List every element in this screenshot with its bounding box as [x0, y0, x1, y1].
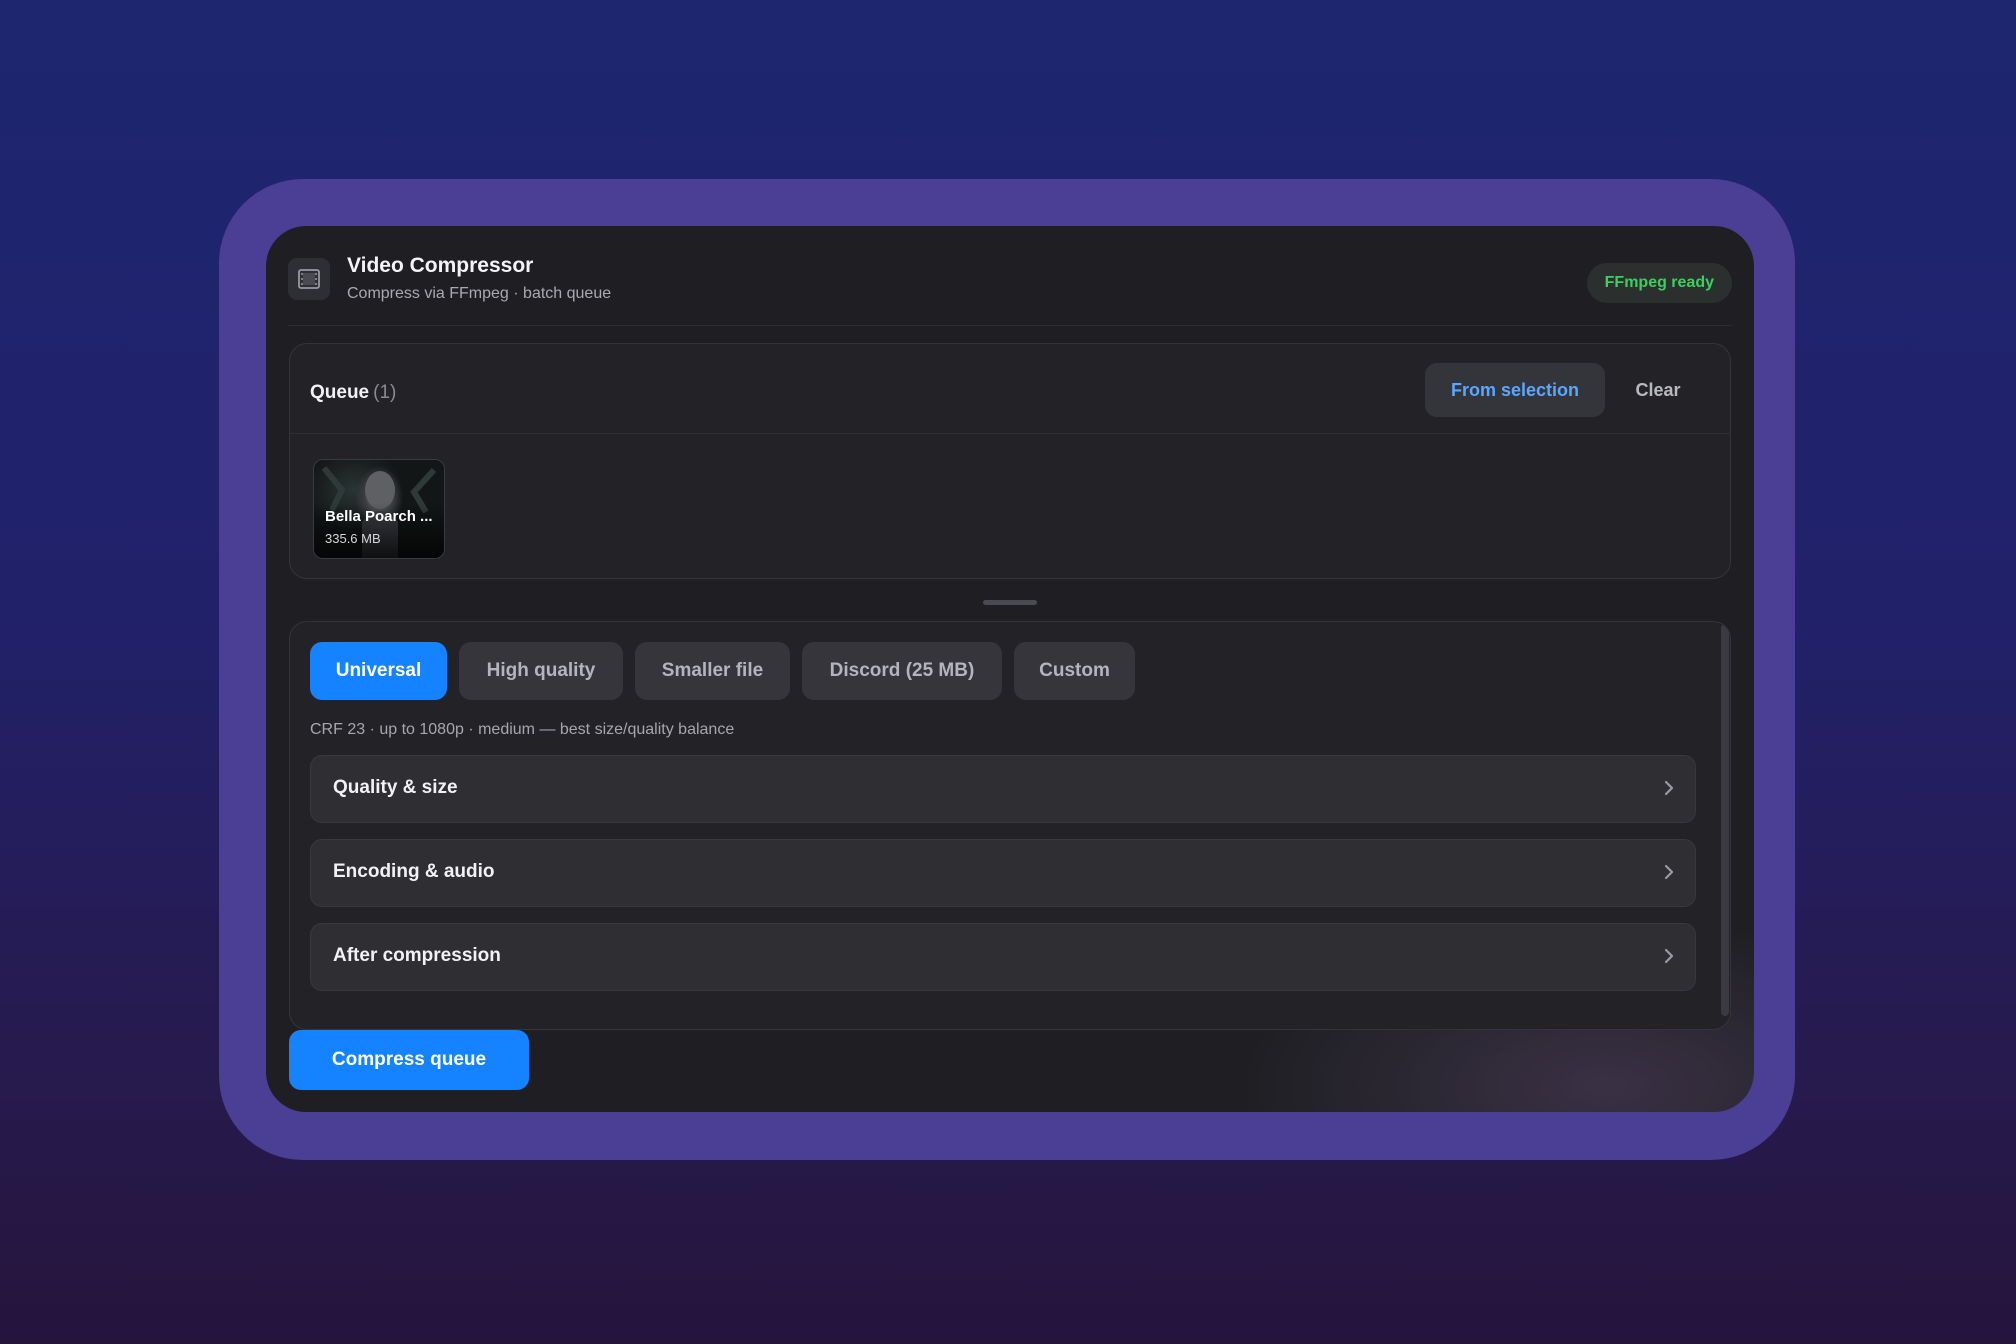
app-window: Video Compressor Compress via FFmpeg · b…: [266, 226, 1754, 1112]
queue-item-name: Bella Poarch ...: [325, 508, 433, 525]
compress-queue-button[interactable]: Compress queue: [289, 1030, 529, 1090]
from-selection-button[interactable]: From selection: [1425, 363, 1605, 417]
section-after-compression[interactable]: After compression: [310, 923, 1696, 991]
preset-universal[interactable]: Universal: [310, 642, 447, 700]
clear-button[interactable]: Clear: [1613, 363, 1703, 417]
section-encoding-audio[interactable]: Encoding & audio: [310, 839, 1696, 907]
queue-header: Queue (1) From selection Clear: [290, 344, 1730, 434]
chevron-right-icon: [1664, 948, 1674, 964]
preset-discord[interactable]: Discord (25 MB): [802, 642, 1002, 700]
chevron-right-icon: [1664, 864, 1674, 880]
section-label: Quality & size: [333, 777, 458, 798]
section-label: After compression: [333, 945, 501, 966]
preset-high-quality[interactable]: High quality: [459, 642, 623, 700]
queue-count: (1): [373, 382, 397, 403]
app-title: Video Compressor: [347, 254, 534, 277]
section-label: Encoding & audio: [333, 861, 495, 882]
app-header: Video Compressor Compress via FFmpeg · b…: [288, 249, 1732, 326]
settings-panel: Universal High quality Smaller file Disc…: [289, 621, 1731, 1030]
preset-smaller-file[interactable]: Smaller file: [635, 642, 790, 700]
ffmpeg-status-badge: FFmpeg ready: [1586, 263, 1732, 303]
app-subtitle: Compress via FFmpeg · batch queue: [347, 285, 612, 302]
preset-custom[interactable]: Custom: [1014, 642, 1135, 700]
queue-title: Queue (1): [310, 382, 396, 404]
preset-description: CRF 23 · up to 1080p · medium — best siz…: [310, 721, 735, 738]
queue-panel: Queue (1) From selection Clear Bella Poar…: [289, 343, 1731, 661]
chevron-right-icon: [1664, 780, 1674, 796]
scrollbar[interactable]: [1720, 622, 1730, 1029]
film-icon: [288, 258, 330, 300]
queue-item-thumbnail[interactable]: Bella Poarch ... 335.6 MB: [313, 459, 445, 559]
queue-item-size: 335.6 MB: [325, 531, 381, 546]
section-quality-size[interactable]: Quality & size: [310, 755, 1696, 823]
resize-handle[interactable]: [983, 600, 1037, 605]
scrollbar-thumb[interactable]: [1721, 624, 1729, 1016]
queue-title-label: Queue: [310, 382, 370, 403]
preset-tabs: Universal High quality Smaller file Disc…: [310, 642, 1147, 700]
